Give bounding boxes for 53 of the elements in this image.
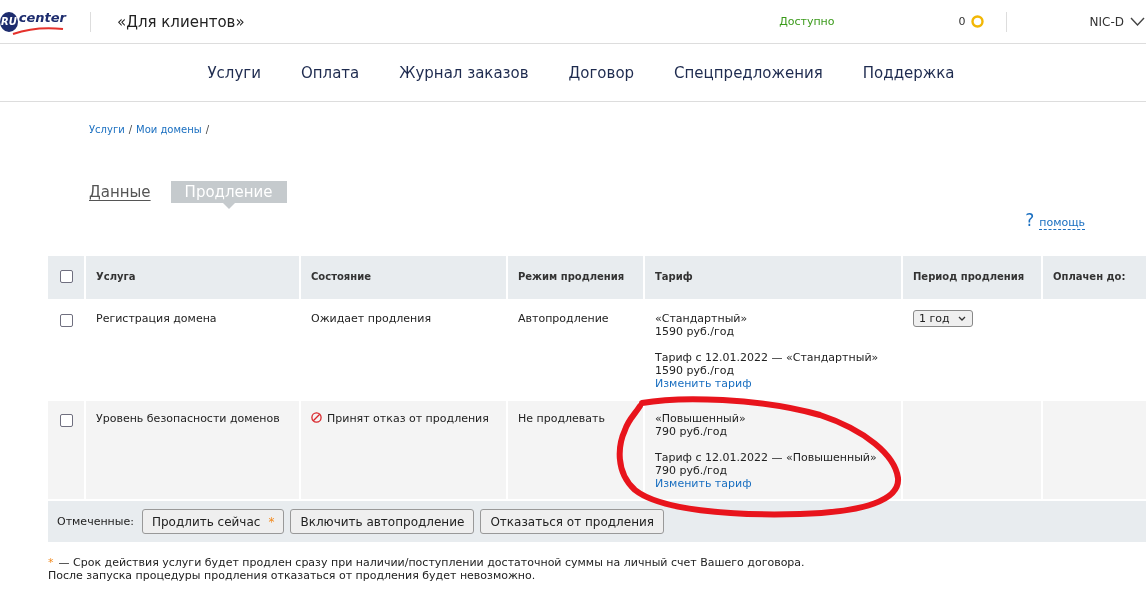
- breadcrumb-link[interactable]: Услуги: [89, 124, 125, 152]
- checkbox[interactable]: [60, 314, 73, 327]
- breadcrumb-separator: /: [128, 124, 133, 137]
- nav-link[interactable]: Договор: [548, 63, 655, 82]
- service-name: Уровень безопасности доменов: [96, 412, 280, 425]
- footnote-mark: *: [48, 556, 54, 569]
- column-header: Состояние: [301, 256, 506, 299]
- checkbox[interactable]: [60, 270, 73, 283]
- tab[interactable]: Данные: [89, 181, 151, 203]
- change-tariff-link[interactable]: Изменить тариф: [655, 377, 891, 390]
- column-header: Режим продления: [508, 256, 643, 299]
- nav-link[interactable]: Поддержка: [842, 63, 975, 82]
- tariff-price: 1590 руб./год: [655, 325, 736, 338]
- renewal-mode: Не продлевать: [518, 412, 605, 425]
- nav-link[interactable]: Услуги: [187, 63, 281, 82]
- footnote-text: — Срок действия услуги будет продлен сразу при наличии/поступлении достаточной суммы на личный счет Вашего договора.: [58, 556, 805, 569]
- nav-link[interactable]: Журнал заказов: [379, 63, 549, 82]
- coin-icon: [970, 15, 984, 28]
- help-icon[interactable]: ?: [1025, 210, 1035, 230]
- action-button[interactable]: Продлить сейчас *: [141, 509, 285, 534]
- action-button[interactable]: Отказаться от продления: [480, 509, 664, 534]
- site-title: «Для клиентов»: [117, 12, 245, 31]
- tariff-price: 790 руб./год: [655, 464, 729, 477]
- renewal-mode: Автопродление: [518, 312, 609, 325]
- status-text: Принят отказ от продления: [327, 412, 489, 425]
- balance-label: Доступно: [779, 15, 835, 28]
- action-button[interactable]: Включить автопродление: [290, 509, 475, 534]
- tariff-name: «Повышенный»: [655, 412, 747, 425]
- nav-link[interactable]: Спецпредложения: [654, 63, 843, 82]
- column-header: Оплачен до:: [1043, 256, 1146, 299]
- checkbox[interactable]: [60, 414, 73, 427]
- bonus-count: 0: [958, 15, 966, 28]
- period-select[interactable]: 1 год: [913, 310, 973, 327]
- column-header: Тариф: [645, 256, 901, 299]
- account-name[interactable]: NIC-D: [1089, 14, 1124, 29]
- footnote-text: После запуска процедуры продления отказаться от продления будет невозможно.: [48, 569, 536, 582]
- tariff-price: 790 руб./год: [655, 425, 729, 438]
- tariff-next: Тариф с 12.01.2022 — «Повышенный»: [655, 451, 878, 464]
- tariff-name: «Стандартный»: [655, 312, 749, 325]
- status-text: Ожидает продления: [311, 312, 431, 325]
- breadcrumb-separator: /: [205, 124, 209, 137]
- selected-label: Отмеченные:: [57, 515, 134, 528]
- help-link[interactable]: помощь: [1039, 216, 1085, 230]
- change-tariff-link[interactable]: Изменить тариф: [655, 477, 891, 490]
- tariff-price: 1590 руб./год: [655, 364, 736, 377]
- chevron-down-icon: [957, 316, 966, 321]
- chevron-down-icon[interactable]: [1130, 17, 1145, 26]
- service-name: Регистрация домена: [96, 312, 217, 325]
- column-header: Услуга: [86, 256, 299, 299]
- column-header: Период продления: [903, 256, 1041, 299]
- breadcrumb-link[interactable]: Мои домены: [136, 124, 202, 152]
- nav-link[interactable]: Оплата: [280, 63, 380, 82]
- tariff-next: Тариф с 12.01.2022 — «Стандартный»: [655, 351, 880, 364]
